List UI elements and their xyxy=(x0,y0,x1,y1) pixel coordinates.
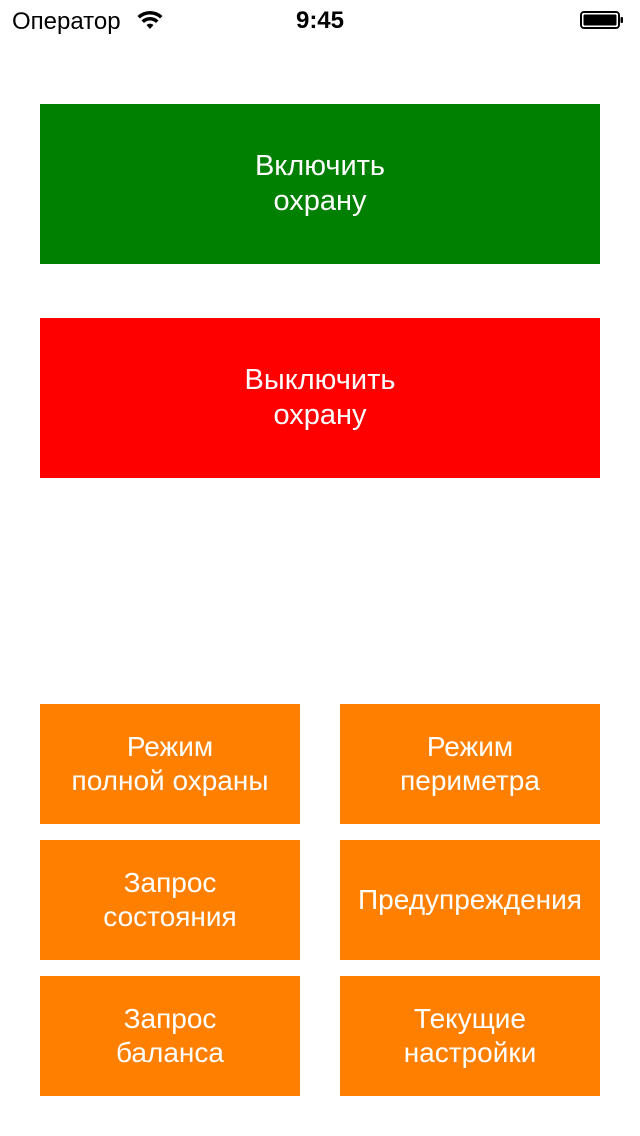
perimeter-mode-button[interactable]: Режим периметра xyxy=(340,704,600,824)
battery-icon xyxy=(580,11,624,29)
warnings-label: Предупреждения xyxy=(358,884,582,915)
app-screen: Оператор 9:45 Включить охрану Выключить … xyxy=(0,0,640,1136)
warnings-button[interactable]: Предупреждения xyxy=(340,840,600,960)
disarm-button[interactable]: Выключить охрану xyxy=(40,318,600,478)
status-request-button[interactable]: Запрос состояния xyxy=(40,840,300,960)
current-settings-button[interactable]: Текущие настройки xyxy=(340,976,600,1096)
status-bar: Оператор 9:45 xyxy=(0,0,640,40)
clock: 9:45 xyxy=(295,7,345,34)
current-settings-label: Текущие настройки xyxy=(403,1003,537,1068)
disarm-button-label: Выключить охрану xyxy=(244,364,396,431)
arm-button-label: Включить охрану xyxy=(254,150,386,217)
balance-request-label: Запрос баланса xyxy=(116,1003,224,1068)
arm-button[interactable]: Включить охрану xyxy=(40,104,600,264)
full-mode-button[interactable]: Режим полной охраны xyxy=(40,704,300,824)
perimeter-mode-label: Режим периметра xyxy=(400,731,540,796)
full-mode-label: Режим полной охраны xyxy=(71,731,269,796)
balance-request-button[interactable]: Запрос баланса xyxy=(40,976,300,1096)
status-request-label: Запрос состояния xyxy=(103,867,237,932)
